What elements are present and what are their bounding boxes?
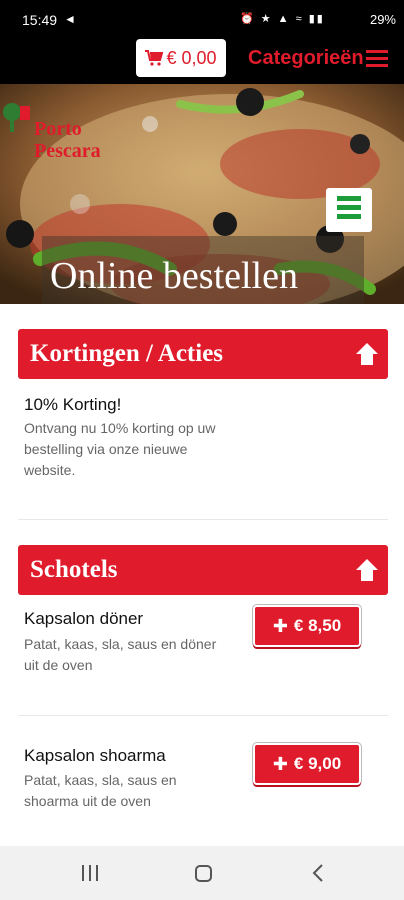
system-navigation-bar [0,846,404,900]
menu-toggle-button[interactable] [326,188,372,232]
item-title: Kapsalon shoarma [24,746,166,765]
item-title: Kapsalon döner [24,609,144,628]
divider [18,715,388,716]
status-icons: ⏰ ★ ▲ ≈ ▮▮ [240,13,325,25]
status-time: 15:49 [22,12,58,28]
section-header-kortingen[interactable]: Kortingen / Acties [18,329,388,379]
arrow-up-icon[interactable] [354,341,380,367]
item-description: Ontvang nu 10% korting op uw bestelling … [24,420,216,478]
hero-banner: Porto Pescara Online bestellen [0,84,404,304]
status-bar: 15:49 ◄ ⏰ ★ ▲ ≈ ▮▮ 29% [0,0,404,34]
add-to-cart-button[interactable]: ✚ € 9,00 [253,743,361,785]
price: € 8,50 [293,616,342,635]
cart-amount: € 0,00 [166,47,217,68]
cart-button[interactable]: € 0,00 [136,39,226,77]
shopping-cart-icon [145,50,164,66]
add-to-cart-button[interactable]: ✚ € 8,50 [253,605,361,647]
back-icon[interactable] [309,863,329,883]
arrow-up-icon[interactable] [354,557,380,583]
plus-icon: ✚ [272,615,288,636]
plus-icon: ✚ [272,753,288,774]
item-description: Patat, kaas, sla, saus en döner uit de o… [24,636,217,673]
home-icon[interactable] [195,865,212,882]
section-title: Kortingen / Acties [30,340,224,367]
notification-icon: ◄ [64,12,76,26]
section-title: Schotels [30,556,118,583]
recent-apps-icon[interactable] [82,865,100,881]
item-description: Patat, kaas, sla, saus en shoarma uit de… [24,772,177,809]
item-title: 10% Korting! [24,395,122,414]
battery-level: 29% [369,12,396,27]
hero-title: Online bestellen [50,255,298,297]
categories-link[interactable]: Categorieën [248,47,364,70]
hamburger-icon[interactable] [366,50,388,68]
top-navigation: € 0,00 Categorieën [0,34,404,84]
section-header-schotels[interactable]: Schotels [18,545,388,595]
price: € 9,00 [293,754,342,773]
restaurant-logo[interactable]: Porto Pescara [2,100,132,162]
logo-text: Porto Pescara [34,118,101,162]
divider [18,519,388,520]
